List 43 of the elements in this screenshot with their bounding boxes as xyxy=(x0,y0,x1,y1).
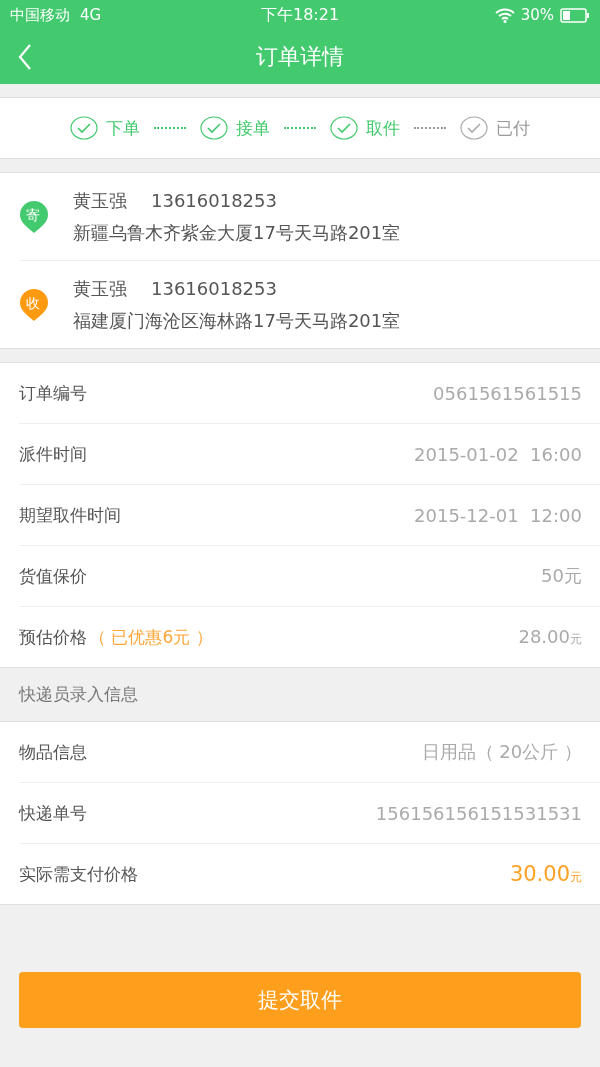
battery-text: 30% xyxy=(520,6,554,24)
step-connector xyxy=(414,127,446,129)
badge-label: 寄 xyxy=(26,207,40,225)
badge-label: 收 xyxy=(26,295,40,313)
field-label: 实际需支付价格 xyxy=(19,862,138,886)
field-value: 30.00元 xyxy=(509,862,582,886)
step-label: 下单 xyxy=(106,116,140,140)
field-value: 156156156151531531 xyxy=(375,802,582,824)
carrier-text: 中国移动 xyxy=(10,5,70,25)
step-connector xyxy=(284,127,316,129)
field-label: 预估价格 xyxy=(19,625,87,649)
contact-name: 黄玉强 xyxy=(73,277,127,299)
field-value: 2015-01-02 16:00 xyxy=(414,443,582,465)
phone-number: 13616018253 xyxy=(151,277,277,299)
location-pin-icon xyxy=(19,287,49,322)
field-value: 日用品（ 20公斤 ） xyxy=(421,740,582,764)
field-label: 快递单号 xyxy=(19,801,87,825)
phone-number: 13616018253 xyxy=(151,189,277,211)
clock-text: 下午18:21 xyxy=(260,4,340,26)
field-value: 2015-12-01 12:00 xyxy=(414,504,582,526)
field-value: 0561561561515 xyxy=(433,382,582,404)
field-value: 50元 xyxy=(541,564,582,588)
step-connector xyxy=(154,127,186,129)
field-label: 派件时间 xyxy=(19,442,87,466)
section-header: 快递员录入信息 xyxy=(17,683,139,706)
battery-icon xyxy=(560,7,590,23)
field-label: 期望取件时间 xyxy=(19,503,121,527)
location-pin-icon xyxy=(19,199,49,234)
field-label: 订单编号 xyxy=(19,381,87,405)
network-text: 4G xyxy=(80,6,102,24)
field-value: 28.00元 xyxy=(518,626,582,648)
address-text: 新疆乌鲁木齐紫金大厦17号天马路201室 xyxy=(73,220,401,245)
step-label: 接单 xyxy=(236,116,270,140)
discount-note: （ 已优惠6元 ） xyxy=(89,625,213,649)
field-label: 货值保价 xyxy=(19,564,87,588)
contact-name: 黄玉强 xyxy=(73,189,127,211)
address-text: 福建厦门海沧区海林路17号天马路201室 xyxy=(73,308,401,333)
wifi-icon xyxy=(494,7,515,23)
step-label: 取件 xyxy=(366,116,400,140)
field-label: 物品信息 xyxy=(19,740,87,764)
page-title: 订单详情 xyxy=(256,43,344,71)
submit-button[interactable]: 提交取件 xyxy=(19,972,581,1028)
step-label: 已付 xyxy=(496,116,530,140)
